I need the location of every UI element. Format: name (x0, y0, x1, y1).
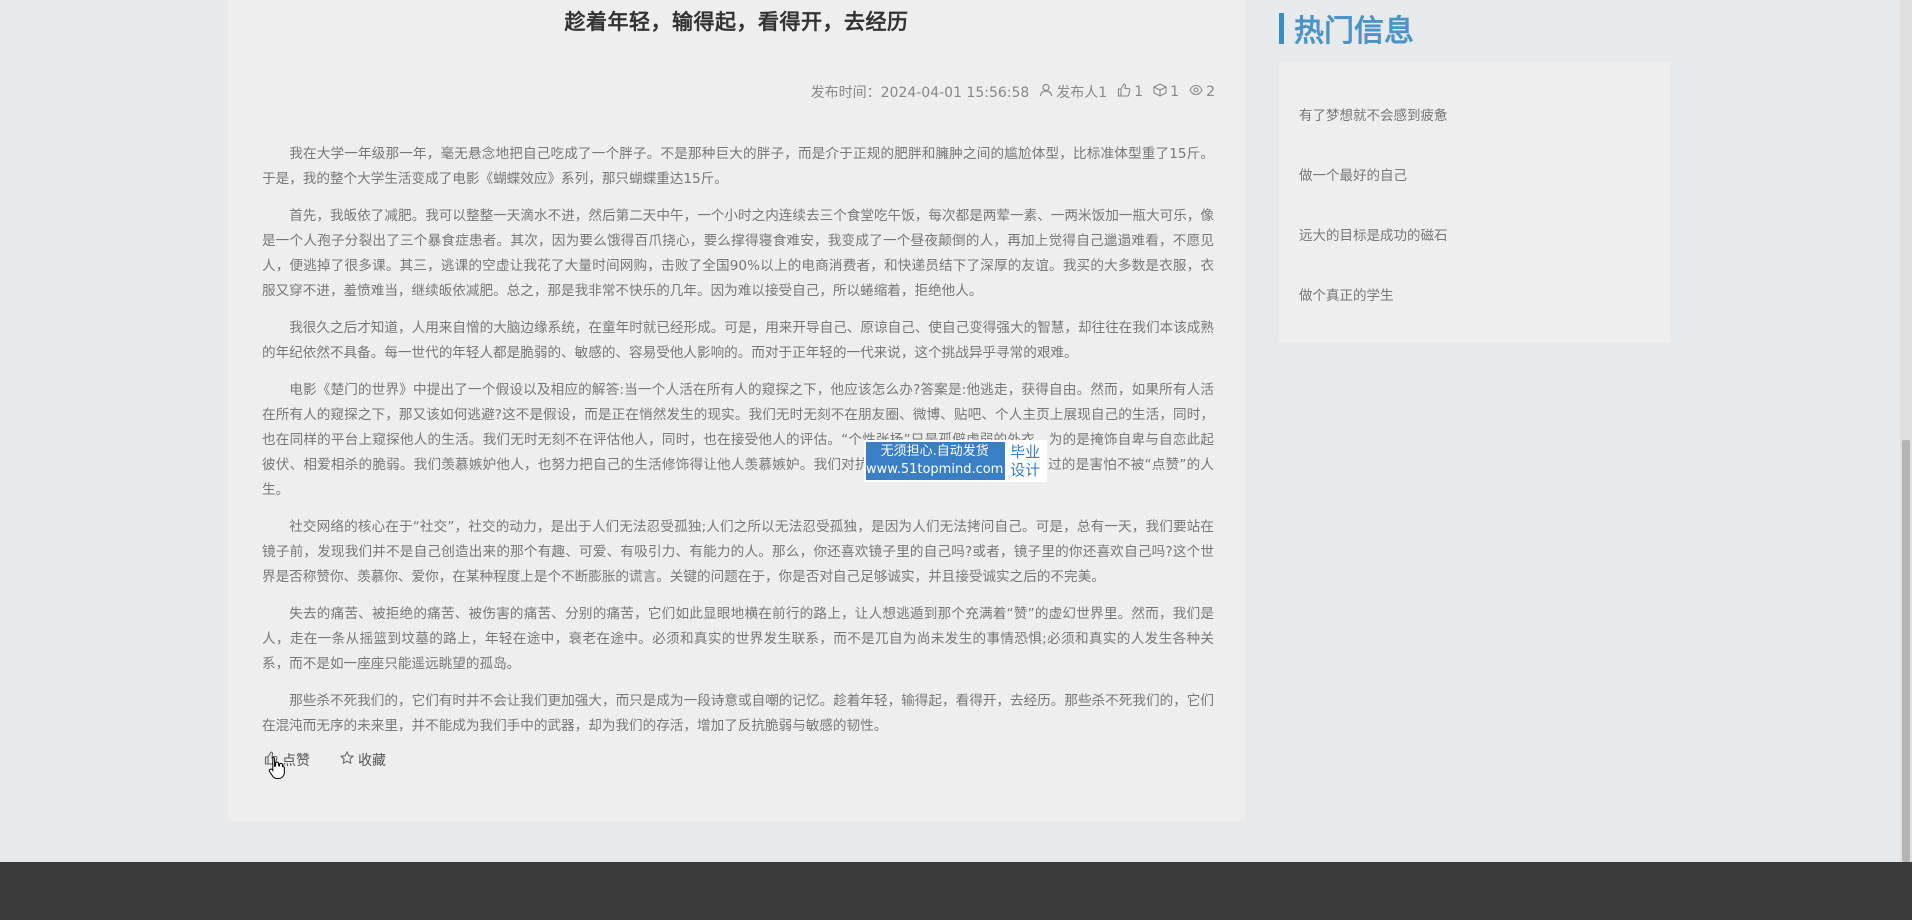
views-meta: 2 (1189, 83, 1215, 101)
vertical-scrollbar[interactable] (1900, 0, 1912, 862)
eye-icon (1189, 83, 1203, 101)
watermark-text: 无须担心.自动发货 www.51topmind.com (866, 442, 1003, 480)
favorite-button[interactable]: 收藏 (339, 750, 386, 770)
article-card: 趁着年轻，输得起，看得开，去经历 发布时间：2024-04-01 15:56:5… (228, 0, 1245, 821)
sidebar-heading: 热门信息 (1279, 6, 1414, 50)
watermark-badge-2: 设计 (1010, 461, 1041, 479)
hot-item[interactable]: 做一个最好的自己 (1299, 164, 1407, 184)
hot-item[interactable]: 有了梦想就不会感到疲惫 (1299, 104, 1448, 124)
page-footer (0, 862, 1912, 920)
article-paragraph: 那些杀不死我们的，它们有时并不会让我们更加强大，而只是成为一段诗意或自嘲的记忆。… (262, 693, 1214, 734)
hot-item[interactable]: 做个真正的学生 (1299, 284, 1394, 304)
watermark-tag: 毕业 设计 (1003, 442, 1045, 480)
like-label: 点赞 (282, 753, 310, 769)
thumbs-up-icon (1117, 83, 1131, 101)
scrollbar-thumb[interactable] (1902, 440, 1910, 862)
likes-meta: 1 (1117, 83, 1143, 101)
publish-time: 发布时间：2024-04-01 15:56:58 (810, 85, 1030, 101)
article-title: 趁着年轻，输得起，看得开，去经历 (564, 10, 909, 34)
likes-count: 1 (1134, 84, 1144, 100)
box-icon (1152, 83, 1168, 101)
views-count: 2 (1206, 84, 1215, 100)
page: 趁着年轻，输得起，看得开，去经历 发布时间：2024-04-01 15:56:5… (0, 0, 1912, 920)
sidebar-title: 热门信息 (1294, 14, 1414, 49)
hot-item[interactable]: 远大的目标是成功的磁石 (1299, 224, 1448, 244)
author-name: 发布人1 (1056, 85, 1108, 101)
hand-cursor-icon (268, 756, 285, 779)
heading-accent-bar (1279, 12, 1284, 44)
article-paragraph: 失去的痛苦、被拒绝的痛苦、被伤害的痛苦、分别的痛苦，它们如此显眼地横在前行的路上… (262, 606, 1214, 672)
watermark-badge: 无须担心.自动发货 www.51topmind.com 毕业 设计 (864, 440, 1047, 482)
article-paragraph: 首先，我皈依了减肥。我可以整整一天滴水不进，然后第二天中午，一个小时之内连续去三… (262, 208, 1214, 299)
article-paragraph: 社交网络的核心在于“社交”，社交的动力，是出于人们无法忍受孤独;人们之所以无法忍… (262, 519, 1214, 585)
article-paragraph: 我很久之后才知道，人用来自憎的大脑边缘系统，在童年时就已经形成。可是，用来开导自… (262, 320, 1214, 361)
favorites-count: 1 (1170, 84, 1180, 100)
hot-info-list: 有了梦想就不会感到疲惫 做一个最好的自己 远大的目标是成功的磁石 做个真正的学生 (1279, 62, 1671, 343)
author-meta: 发布人1 (1039, 82, 1107, 102)
article-meta: 发布时间：2024-04-01 15:56:58 发布人1 1 1 2 (811, 82, 1215, 102)
watermark-line-1: 无须担心.自动发货 (880, 444, 989, 459)
favorite-label: 收藏 (358, 753, 386, 769)
user-icon (1039, 83, 1053, 101)
favorites-meta: 1 (1152, 83, 1180, 101)
article-content: 我在大学一年级那一年，毫无悬念地把自己吃成了一个胖子。不是那种巨大的胖子，而是介… (262, 142, 1214, 751)
star-icon (339, 750, 355, 769)
watermark-badge-1: 毕业 (1010, 443, 1041, 461)
article-paragraph: 电影《楚门的世界》中提出了一个假设以及相应的解答:当一个人活在所有人的窥探之下，… (262, 382, 1214, 498)
watermark-line-2: www.51topmind.com (866, 462, 1004, 477)
article-paragraph: 我在大学一年级那一年，毫无悬念地把自己吃成了一个胖子。不是那种巨大的胖子，而是介… (262, 146, 1214, 187)
